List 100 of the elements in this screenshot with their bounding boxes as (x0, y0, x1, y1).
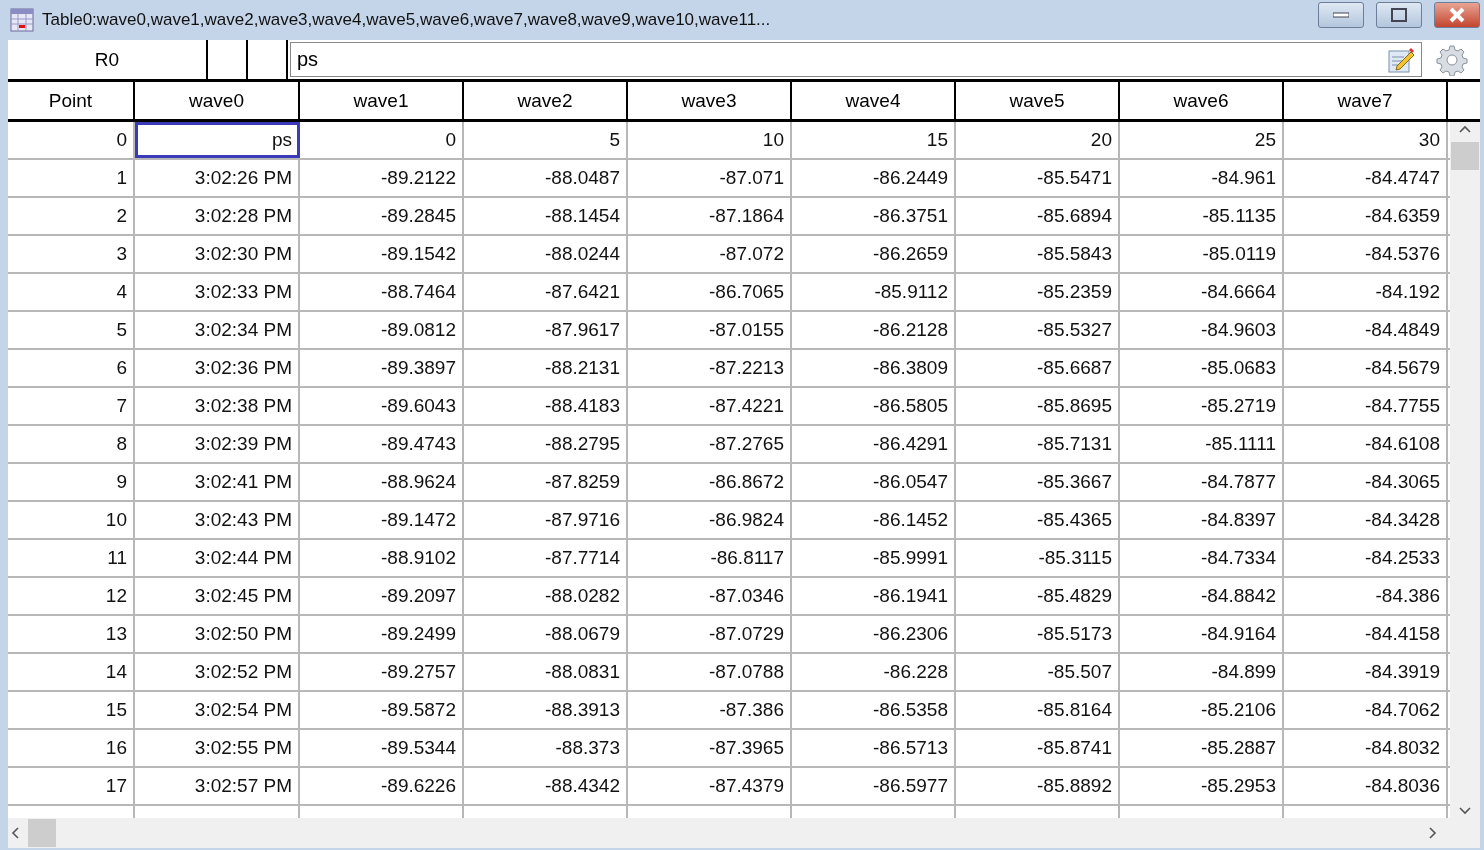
table-cell[interactable]: -84.7062 (1284, 692, 1448, 728)
table-cell[interactable]: -89.2097 (300, 578, 464, 614)
cell-name-field[interactable]: R0 (8, 40, 208, 79)
table-cell[interactable]: -86.5805 (792, 388, 956, 424)
table-cell[interactable]: -85.0119 (1120, 236, 1284, 272)
table-cell[interactable]: -85.6894 (956, 198, 1120, 234)
table-cell[interactable]: -87.3965 (628, 730, 792, 766)
table-cell[interactable]: -84.6108 (1284, 426, 1448, 462)
column-header[interactable]: wave0 (135, 82, 300, 119)
table-cell[interactable]: 5 (464, 122, 628, 158)
table-cell[interactable]: -87.2765 (628, 426, 792, 462)
table-cell[interactable]: -84.3919 (1284, 654, 1448, 690)
table-cell[interactable]: ps (135, 122, 300, 158)
table-cell[interactable]: -85.0683 (1120, 350, 1284, 386)
column-header[interactable]: Point (8, 82, 135, 119)
table-cell[interactable]: 20 (956, 122, 1120, 158)
table-cell[interactable]: 0 (300, 122, 464, 158)
column-header[interactable]: wave5 (956, 82, 1120, 119)
table-cell[interactable]: 3:02:50 PM (135, 616, 300, 652)
table-cell[interactable]: -88.1454 (464, 198, 628, 234)
table-cell[interactable]: -84.8842 (1120, 578, 1284, 614)
table-cell[interactable]: -87.9716 (464, 502, 628, 538)
table-cell[interactable]: -87.4379 (628, 768, 792, 804)
table-cell[interactable]: -85.8164 (956, 692, 1120, 728)
column-header[interactable]: wave2 (464, 82, 628, 119)
table-cell[interactable]: 3:02:39 PM (135, 426, 300, 462)
table-cell[interactable]: -87.9617 (464, 312, 628, 348)
table-cell[interactable]: -88.4342 (464, 768, 628, 804)
table-cell[interactable]: -86.3751 (792, 198, 956, 234)
table-cell[interactable]: -88.0282 (464, 578, 628, 614)
table-cell[interactable]: -86.5977 (792, 768, 956, 804)
table-cell[interactable]: -85.5843 (956, 236, 1120, 272)
table-cell[interactable]: -86.2306 (792, 616, 956, 652)
scrollbar-thumb[interactable] (28, 819, 56, 847)
table-cell[interactable]: -88.0487 (464, 160, 628, 196)
table-cell[interactable]: -89.2845 (300, 198, 464, 234)
table-cell[interactable]: -87.071 (628, 160, 792, 196)
table-cell[interactable]: -88.9624 (300, 464, 464, 500)
column-header[interactable]: wave7 (1284, 82, 1448, 119)
table-cell[interactable]: -84.899 (1120, 654, 1284, 690)
settings-icon[interactable] (1436, 44, 1468, 76)
close-button[interactable] (1434, 2, 1480, 28)
table-cell[interactable]: -85.3667 (956, 464, 1120, 500)
table-cell[interactable]: 25 (1120, 122, 1284, 158)
table-cell[interactable]: -86.7065 (628, 274, 792, 310)
table-cell[interactable]: 3:02:44 PM (135, 540, 300, 576)
table-cell[interactable]: -85.9112 (792, 274, 956, 310)
table-cell[interactable]: -85.4829 (956, 578, 1120, 614)
table-cell[interactable]: 3:02:52 PM (135, 654, 300, 690)
table-cell[interactable]: 3:02:38 PM (135, 388, 300, 424)
table-cell[interactable]: -85.2953 (1120, 768, 1284, 804)
table-cell[interactable]: -85.4365 (956, 502, 1120, 538)
table-cell[interactable]: 3:02:57 PM (135, 768, 300, 804)
table-cell[interactable]: -89.5344 (300, 730, 464, 766)
table-cell[interactable]: -84.192 (1284, 274, 1448, 310)
table-cell[interactable]: -84.5376 (1284, 236, 1448, 272)
table-cell[interactable]: 3:02:26 PM (135, 160, 300, 196)
table-cell[interactable]: -84.6664 (1120, 274, 1284, 310)
table-cell[interactable]: -84.6359 (1284, 198, 1448, 234)
table-cell[interactable]: -87.0729 (628, 616, 792, 652)
table-cell[interactable]: -89.6043 (300, 388, 464, 424)
table-cell[interactable]: 30 (1284, 122, 1448, 158)
table-cell[interactable]: 15 (792, 122, 956, 158)
table-cell[interactable]: -84.4849 (1284, 312, 1448, 348)
table-cell[interactable]: 3:02:33 PM (135, 274, 300, 310)
table-cell[interactable]: -87.7714 (464, 540, 628, 576)
table-cell[interactable]: -87.4221 (628, 388, 792, 424)
table-cell[interactable]: -89.5872 (300, 692, 464, 728)
table-cell[interactable]: -84.4158 (1284, 616, 1448, 652)
table-cell[interactable]: -87.0346 (628, 578, 792, 614)
table-cell[interactable]: 3:02:36 PM (135, 350, 300, 386)
table-cell[interactable]: -85.2359 (956, 274, 1120, 310)
table-cell[interactable]: -85.1111 (1120, 426, 1284, 462)
table-cell[interactable]: -84.5679 (1284, 350, 1448, 386)
maximize-button[interactable] (1376, 2, 1422, 28)
table-cell[interactable]: -87.6421 (464, 274, 628, 310)
table-cell[interactable]: -84.7877 (1120, 464, 1284, 500)
horizontal-scrollbar[interactable] (8, 818, 1480, 848)
table-cell[interactable]: -86.5358 (792, 692, 956, 728)
table-cell[interactable]: -85.8892 (956, 768, 1120, 804)
table-cell[interactable]: -86.4291 (792, 426, 956, 462)
table-cell[interactable]: -85.2887 (1120, 730, 1284, 766)
table-cell[interactable]: -86.3809 (792, 350, 956, 386)
table-cell[interactable]: -88.2795 (464, 426, 628, 462)
table-cell[interactable]: -86.1941 (792, 578, 956, 614)
table-cell[interactable]: -84.7334 (1120, 540, 1284, 576)
table-cell[interactable]: -84.4747 (1284, 160, 1448, 196)
table-cell[interactable]: -84.386 (1284, 578, 1448, 614)
table-cell[interactable]: 3:02:55 PM (135, 730, 300, 766)
table-cell[interactable]: -88.4183 (464, 388, 628, 424)
table-cell[interactable]: -84.9603 (1120, 312, 1284, 348)
table-cell[interactable]: -89.2499 (300, 616, 464, 652)
table-cell[interactable]: -88.0244 (464, 236, 628, 272)
table-cell[interactable]: -85.9991 (792, 540, 956, 576)
table-cell[interactable]: -86.5713 (792, 730, 956, 766)
table-cell[interactable]: -86.8117 (628, 540, 792, 576)
column-header[interactable]: wave1 (300, 82, 464, 119)
table-cell[interactable]: 3:02:54 PM (135, 692, 300, 728)
table-cell[interactable]: -87.1864 (628, 198, 792, 234)
table-cell[interactable]: 3:02:34 PM (135, 312, 300, 348)
